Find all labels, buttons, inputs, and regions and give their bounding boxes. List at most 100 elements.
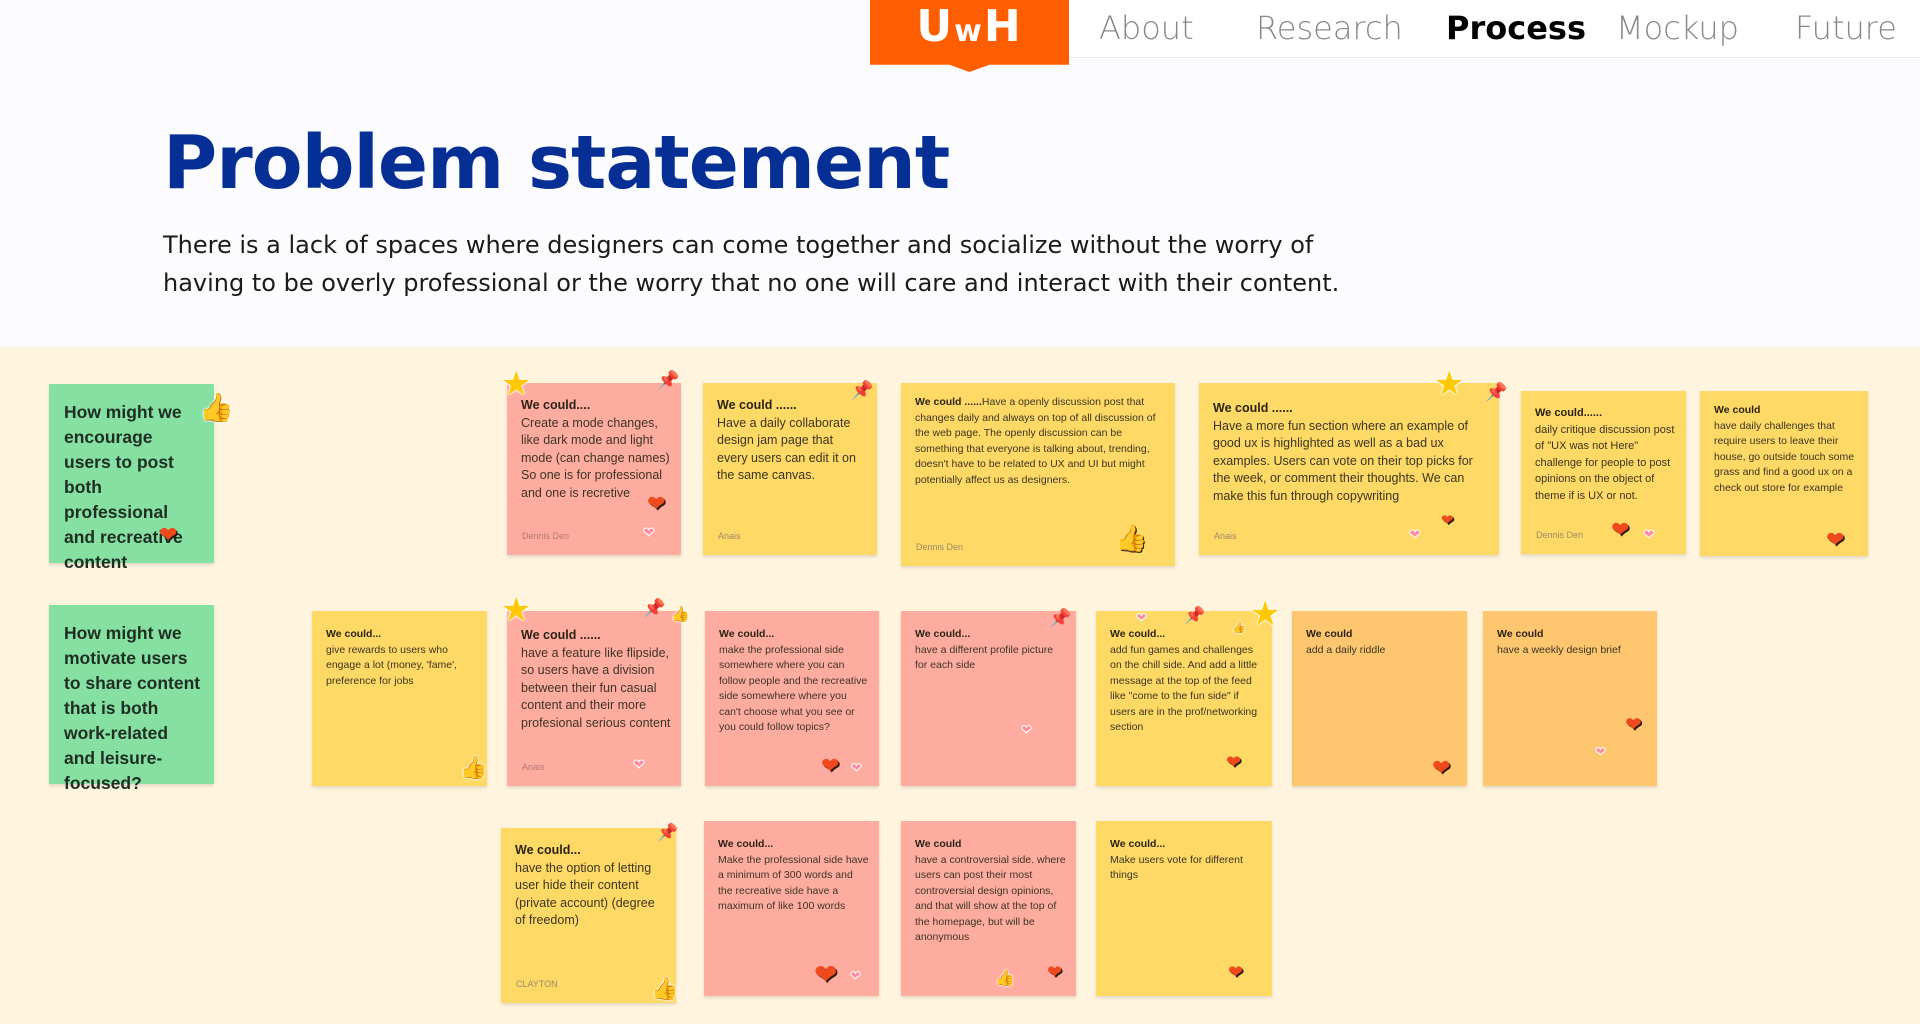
heart-icon: ❤ <box>1625 714 1642 736</box>
heart-icon: ❤ <box>1826 527 1845 552</box>
heart-icon: ❤ <box>1611 517 1630 542</box>
note-text: give rewards to users who engage a lot (… <box>326 643 458 687</box>
nav-item-process[interactable]: Process <box>1446 8 1586 48</box>
note-text: have a different profile picture for eac… <box>915 643 1054 672</box>
nav-item-research[interactable]: Research <box>1256 8 1403 48</box>
description-line-1: There is a lack of spaces where designer… <box>163 231 1314 259</box>
thumbs-up-icon: 👍 <box>651 976 679 1001</box>
problem-description: There is a lack of spaces where designer… <box>163 226 1363 302</box>
page-title: Problem statement <box>163 120 950 206</box>
note-author: CLAYTON <box>516 979 558 989</box>
hmw-note: How might we motivate users to share con… <box>49 605 214 793</box>
idea-note: We could ......Have a openly discussion … <box>901 383 1175 566</box>
pin-icon: 📌 <box>851 380 874 400</box>
note-text: Have a daily collaborate design jam page… <box>717 415 856 483</box>
note-heading: We could.... <box>521 398 591 412</box>
note-text: have a weekly design brief <box>1497 643 1621 656</box>
heart-icon: ❤ <box>821 753 840 778</box>
pin-icon: 📌 <box>657 823 679 842</box>
note-heading: We could <box>1497 628 1544 640</box>
small-heart-icon: ❤ <box>643 524 656 540</box>
heart-icon: ❤ <box>1441 512 1454 529</box>
star-icon: ★ <box>1434 365 1465 403</box>
idea-note: We could ...... Have a daily collaborate … <box>703 380 877 555</box>
note-text: add a daily riddle <box>1306 643 1386 656</box>
small-heart-icon: ❤ <box>850 968 862 983</box>
pin-icon: 📌 <box>1049 608 1072 628</box>
idea-note: We could add a daily riddle ❤ <box>1292 611 1467 786</box>
note-heading: We could ...... <box>521 628 601 642</box>
idea-note: We could have daily challenges that requi… <box>1700 391 1868 556</box>
idea-note: We could... make the professional side so… <box>705 611 879 786</box>
idea-note: We could ...... Have a more fun section w… <box>1199 367 1507 555</box>
logo-text: UwH <box>916 1 1023 52</box>
thumbs-up-icon: 👍 <box>995 970 1015 987</box>
heart-icon: ❤ <box>1228 962 1244 982</box>
idea-note: We could have a weekly design brief ❤ ❤ <box>1483 611 1657 786</box>
hmw-text: How might we motivate users to share con… <box>64 623 201 793</box>
nav-item-future[interactable]: Future <box>1795 8 1897 48</box>
pin-icon: 📌 <box>643 598 666 618</box>
note-heading: We could... <box>515 843 581 857</box>
small-heart-icon: ❤ <box>851 760 863 775</box>
small-heart-icon: ❤ <box>1021 722 1033 737</box>
note-heading: We could <box>915 838 962 850</box>
note-text: have the option of letting user hide the… <box>515 860 655 928</box>
note-author: Dennis Den <box>916 542 964 552</box>
idea-note: We could... Make the professional side ha… <box>704 821 879 996</box>
hmw-note: How might we encourage users to post bot… <box>49 384 234 572</box>
idea-note: We could... have a different profile pict… <box>901 608 1076 786</box>
star-icon: ★ <box>501 591 532 629</box>
heart-icon: ❤ <box>1226 752 1242 772</box>
note-author: Anais <box>718 531 741 541</box>
note-text: have daily challenges that require users… <box>1714 419 1855 494</box>
note-heading: We could... <box>1110 838 1166 850</box>
note-heading: We could...... <box>1535 407 1603 419</box>
idea-note: We could... have the option of letting us… <box>501 824 679 1003</box>
pin-icon: 📌 <box>657 370 680 390</box>
note-heading: We could... <box>326 628 382 640</box>
note-author: Dennis Den <box>1536 530 1584 540</box>
small-heart-icon: ❤ <box>1595 744 1607 759</box>
pin-icon: 📌 <box>1184 606 1206 625</box>
heart-icon: ❤ <box>1047 962 1063 982</box>
note-author: Dennis Den <box>522 531 570 541</box>
nav-item-about[interactable]: About <box>1099 8 1194 48</box>
thumbs-up-icon: 👍 <box>460 755 488 780</box>
note-text: daily critique discussion post of "UX wa… <box>1535 423 1675 502</box>
small-heart-icon: ❤ <box>1643 526 1656 542</box>
thumbs-up-icon: 👍 <box>199 392 234 423</box>
note-text: Make users vote for different things <box>1110 853 1243 882</box>
description-line-2: having to be overly professional or the … <box>163 269 1340 297</box>
note-heading: We could <box>1714 404 1761 416</box>
heart-icon: ❤ <box>159 522 178 547</box>
note-text: Have a openly discussion post that chang… <box>915 396 1156 486</box>
thumbs-up-icon: 👍 <box>1232 622 1246 634</box>
note-heading: We could ...... <box>717 398 797 412</box>
note-heading: We could <box>1306 628 1353 640</box>
top-navigation: UwH About Research Process Mockup Future <box>0 0 1920 72</box>
idea-note: We could...... daily critique discussion … <box>1521 391 1686 554</box>
heart-icon: ❤ <box>1432 755 1451 780</box>
small-heart-icon: ❤ <box>1409 526 1422 542</box>
note-heading: We could... <box>718 838 774 850</box>
note-text: Make the professional side have a minimu… <box>718 853 869 913</box>
note-author: Anais <box>1214 531 1237 541</box>
idea-note: We could ...... have a feature like flips… <box>501 593 690 786</box>
thumbs-up-icon: 👍 <box>1115 523 1148 553</box>
note-text: Have a more fun section where an example… <box>1213 418 1473 503</box>
uwh-logo[interactable]: UwH <box>870 0 1069 72</box>
small-heart-icon: ❤ <box>1136 610 1148 625</box>
nav-item-mockup[interactable]: Mockup <box>1616 8 1739 48</box>
note-heading: We could... <box>915 628 971 640</box>
star-icon: ★ <box>501 365 532 403</box>
idea-note: We could... add fun games and challenges … <box>1096 597 1280 786</box>
heart-icon: ❤ <box>814 959 838 990</box>
note-text: have a controversial side. where users c… <box>915 853 1066 944</box>
note-author: Anais <box>522 762 545 772</box>
heart-icon: ❤ <box>647 491 666 516</box>
note-heading: We could ...... <box>915 396 982 408</box>
note-text: Create a mode changes, like dark mode an… <box>521 415 670 500</box>
idea-note: We could... Make users vote for different… <box>1096 821 1272 996</box>
hmw-text: How might we encourage users to post bot… <box>64 402 183 572</box>
